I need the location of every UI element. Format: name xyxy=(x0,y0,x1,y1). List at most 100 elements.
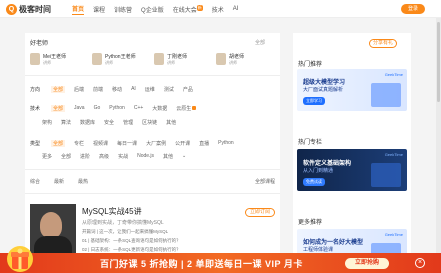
filter-label: 技术 xyxy=(30,106,41,112)
teacher-name-text: 丁刚老师 xyxy=(167,53,188,60)
all-courses-link[interactable]: 全部课程 xyxy=(255,178,275,185)
filter-option[interactable]: 运维 xyxy=(145,86,155,93)
nav-item-home[interactable]: 首页 xyxy=(72,4,85,15)
ad-button[interactable]: 免费试读 xyxy=(303,178,325,186)
filter-option[interactable]: 大厂案例 xyxy=(146,140,166,147)
filter-option[interactable]: Python xyxy=(218,140,234,147)
close-icon[interactable]: × xyxy=(415,258,425,268)
ad-logo: GeekTime xyxy=(384,232,403,237)
nav-item-camp[interactable]: 训练营 xyxy=(114,5,132,14)
sort-bar: 综合 最新 最热 全部课程 xyxy=(30,178,275,185)
filter-option[interactable]: 实战 xyxy=(118,153,128,160)
teacher-role: 讲师 xyxy=(167,59,175,65)
teacher-name: 胡老师 讲师 xyxy=(229,53,244,66)
hot-badge-icon xyxy=(192,106,197,110)
filter-option[interactable]: Java xyxy=(74,105,85,112)
filter-option[interactable]: AI xyxy=(131,86,136,93)
filter-option[interactable]: 后端 xyxy=(74,86,84,93)
filter-option[interactable]: 进阶 xyxy=(80,153,90,160)
filter-option[interactable]: 每日一课 xyxy=(117,140,137,147)
filter-row-type-more: 更多 全部 进阶 高级 实战 Node.js 其他 ⌄ xyxy=(42,153,186,160)
course-chapter[interactable]: 开篇词 | 这一次，让我们一起来搞懂MySQL xyxy=(82,229,275,235)
ad-illustration xyxy=(371,163,401,187)
filter-option[interactable]: Node.js xyxy=(137,153,154,160)
sort-option[interactable]: 最新 xyxy=(54,178,64,185)
ad-card[interactable]: GeekTime 软件定义基础架构 从入门到精通 免费试读 xyxy=(297,149,407,191)
filter-option[interactable]: 移动 xyxy=(112,86,122,93)
filter-option[interactable]: 大数据 xyxy=(152,105,167,112)
teachers-more-link[interactable]: 全部 xyxy=(255,39,265,46)
course-list-panel: 好老师 全部 Mei王老师 讲师 Python王老师 讲师 丁刚老师 讲师 胡老师 讲师… xyxy=(25,33,280,273)
chevron-down-icon[interactable]: ⌄ xyxy=(182,153,186,160)
instructor-face xyxy=(40,212,62,238)
filter-option[interactable]: 全部 xyxy=(51,140,66,147)
scrollbar-thumb[interactable] xyxy=(437,22,440,102)
page-scrollbar[interactable] xyxy=(436,18,441,273)
filter-option[interactable]: 直播 xyxy=(199,140,209,147)
filter-option[interactable]: 更多 xyxy=(42,153,52,160)
filter-option[interactable]: 前端 xyxy=(93,86,103,93)
filter-option[interactable]: 其他 xyxy=(163,153,173,160)
filter-option[interactable]: 专栏 xyxy=(74,140,84,147)
sidebar-heading: 更多推荐 xyxy=(298,220,323,226)
avatar xyxy=(30,53,40,65)
filter-option[interactable]: 视频课 xyxy=(93,140,108,147)
filter-option[interactable]: 区块链 xyxy=(142,119,157,126)
filter-option[interactable]: 云原生 xyxy=(176,105,197,112)
course-chapter[interactable]: 01 | 基础架构：一条SQL查询语句是如何执行的？ xyxy=(82,238,275,244)
top-navigation-bar: Q 极客时间 首页 课程 训练营 Q企业版 在线大会新 技术 AI 登录 xyxy=(0,0,441,18)
gift-icon xyxy=(7,246,33,272)
promo-banner[interactable]: 百门好课 5 折抢购 | 2 单即送每日一课 VIP 月卡 立即抢购 × xyxy=(0,246,441,273)
subscribe-button[interactable]: 立即订阅 xyxy=(245,208,275,217)
filter-option[interactable]: 公开课 xyxy=(175,140,190,147)
filter-label: 类型 xyxy=(30,141,41,147)
sidebar-heading: 热门推荐 xyxy=(298,62,323,68)
filter-option[interactable]: 全部 xyxy=(51,105,66,112)
teacher-card[interactable]: Python王老师 讲师 xyxy=(92,51,147,67)
new-badge: 新 xyxy=(196,4,203,11)
filter-option[interactable]: C++ xyxy=(134,105,143,112)
promo-text: 百门好课 5 折抢购 | 2 单即送每日一课 VIP 月卡 xyxy=(100,259,303,269)
filter-option[interactable]: 全部 xyxy=(61,153,71,160)
nav-item-courses[interactable]: 课程 xyxy=(93,5,105,14)
teacher-role: 讲师 xyxy=(105,59,113,65)
filter-option[interactable]: Python xyxy=(109,105,125,112)
filter-option[interactable]: 数据库 xyxy=(80,119,95,126)
teacher-name: 丁刚老师 讲师 xyxy=(167,53,187,66)
ad-logo: GeekTime xyxy=(384,152,403,157)
nav-item-tech[interactable]: 技术 xyxy=(212,5,224,14)
share-button[interactable]: 分享有礼 xyxy=(369,39,397,48)
teacher-name-text: 胡老师 xyxy=(229,53,245,60)
filter-option[interactable]: 管理 xyxy=(123,119,133,126)
filter-option[interactable]: 架构 xyxy=(42,119,52,126)
nav-item-conference[interactable]: 在线大会新 xyxy=(173,4,203,14)
teacher-card[interactable]: 丁刚老师 讲师 xyxy=(154,51,209,67)
filter-option[interactable]: 产品 xyxy=(183,86,193,93)
filter-option[interactable]: 测试 xyxy=(164,86,174,93)
filter-row-direction: 方向 全部 后端 前端 移动 AI 运维 测试 产品 xyxy=(30,86,193,93)
filter-option[interactable]: 其他 xyxy=(166,119,176,126)
teacher-name-text: Python王老师 xyxy=(105,53,136,60)
filter-option-label: 云原生 xyxy=(176,106,192,112)
teacher-card[interactable]: Mei王老师 讲师 xyxy=(30,51,85,67)
sort-option[interactable]: 综合 xyxy=(30,178,40,185)
brand-logo[interactable]: Q 极客时间 xyxy=(6,3,64,15)
filter-option[interactable]: 高级 xyxy=(99,153,109,160)
filter-row-type: 类型 全部 专栏 视频课 每日一课 大厂案例 公开课 直播 Python xyxy=(30,140,234,147)
ad-subtitle: 从入门到精通 xyxy=(303,168,334,174)
filter-option[interactable]: 安全 xyxy=(104,119,114,126)
promo-buy-button[interactable]: 立即抢购 xyxy=(345,258,389,269)
filter-option[interactable]: 算法 xyxy=(61,119,71,126)
nav-item-enterprise[interactable]: Q企业版 xyxy=(141,5,164,14)
ad-title: 如何成为一名好大模型 xyxy=(303,240,364,246)
filter-option[interactable]: 全部 xyxy=(51,86,66,93)
teacher-card[interactable]: 胡老师 讲师 xyxy=(216,51,271,67)
nav-item-ai[interactable]: AI xyxy=(233,6,239,12)
login-button[interactable]: 登录 xyxy=(401,4,425,14)
sort-option[interactable]: 最热 xyxy=(78,178,88,185)
filter-option[interactable]: Go xyxy=(94,105,101,112)
ad-button[interactable]: 立即学习 xyxy=(303,97,325,105)
teachers-heading: 好老师 xyxy=(30,41,49,47)
ad-card[interactable]: GeekTime 超级大模型学习 大厂面试真题解析 立即学习 xyxy=(297,69,407,111)
avatar xyxy=(154,53,164,65)
